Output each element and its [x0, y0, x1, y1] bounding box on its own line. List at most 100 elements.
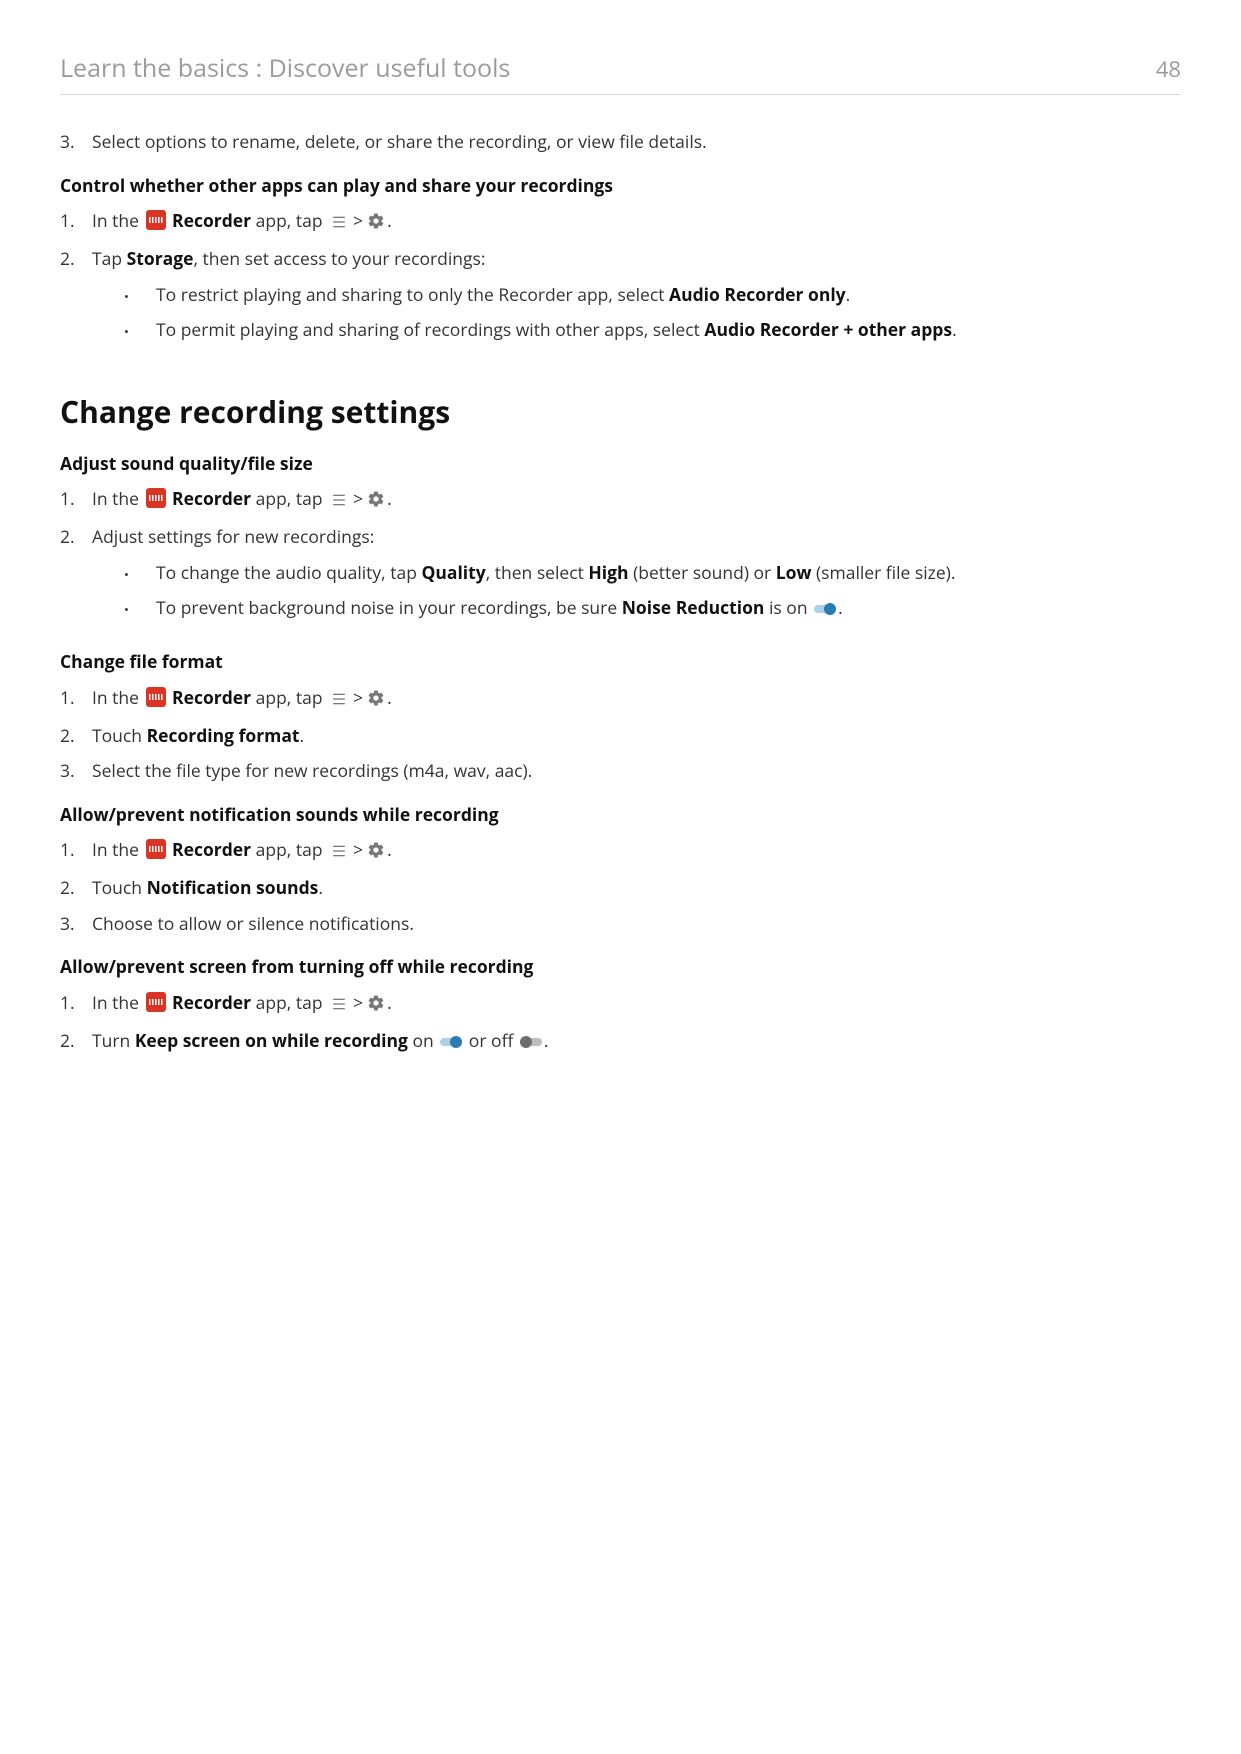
recorder-app-icon [146, 210, 166, 230]
step-text: Choose to allow or silence notifications… [92, 912, 1181, 937]
text: To change the audio quality, tap [156, 561, 421, 585]
text: Turn [92, 1029, 135, 1053]
text-bold: Recorder [168, 838, 252, 862]
bullets: •To restrict playing and sharing to only… [124, 283, 1181, 344]
menu-icon [331, 996, 347, 1012]
step-text: In the Recorder app, tap >. [92, 209, 1181, 237]
text-bold: Quality [421, 561, 485, 585]
step-marker: 2. [60, 876, 92, 901]
step-marker: 2. [60, 724, 92, 749]
text: In the [92, 209, 144, 233]
text: . [318, 876, 323, 900]
gear-icon [367, 689, 385, 714]
subhead-change-file-format: Change file format [60, 650, 1181, 675]
page-header: Learn the basics : Discover useful tools… [60, 50, 1181, 95]
step-marker: 2. [60, 525, 92, 550]
text: (better sound) or [629, 561, 776, 585]
text: , then select [486, 561, 589, 585]
step-marker: 2. [60, 1029, 92, 1054]
bullet-text: To permit playing and sharing of recordi… [156, 318, 1181, 343]
screen-steps: 1. In the Recorder app, tap >. 2. Turn K… [60, 991, 1181, 1055]
text: or off [464, 1029, 518, 1053]
bullet-dot: • [124, 562, 156, 587]
page-number: 48 [1156, 54, 1181, 86]
text: . [387, 991, 392, 1015]
text: > [353, 686, 363, 710]
text-bold: Recorder [168, 487, 252, 511]
recorder-app-icon [146, 992, 166, 1012]
text: app, tap [251, 686, 327, 710]
bullet-text: To prevent background noise in your reco… [156, 596, 1181, 621]
bullet-dot: • [124, 319, 156, 344]
text: To permit playing and sharing of recordi… [156, 318, 704, 342]
text: , then set access to your recordings: [193, 247, 485, 271]
menu-icon [331, 214, 347, 230]
text-bold: Low [776, 561, 812, 585]
text: Tap [92, 247, 127, 271]
text: . [387, 838, 392, 862]
text: app, tap [251, 209, 327, 233]
gear-icon [367, 212, 385, 237]
recorder-app-icon [146, 687, 166, 707]
text: > [353, 838, 363, 862]
text: . [300, 724, 305, 748]
step-text: Turn Keep screen on while recording on o… [92, 1029, 1181, 1054]
text: > [353, 209, 363, 233]
step-marker: 1. [60, 686, 92, 711]
breadcrumb: Learn the basics : Discover useful tools [60, 50, 510, 86]
gear-icon [367, 994, 385, 1019]
recorder-app-icon [146, 488, 166, 508]
control-steps: 1. In the Recorder app, tap >. 2. Tap St… [60, 209, 1181, 354]
text: > [353, 487, 363, 511]
subhead-control-sharing: Control whether other apps can play and … [60, 174, 1181, 199]
gear-icon [367, 490, 385, 515]
step-marker: 1. [60, 991, 92, 1016]
toggle-off-icon [520, 1036, 542, 1048]
text: . [387, 487, 392, 511]
menu-icon [331, 843, 347, 859]
subhead-screen-off: Allow/prevent screen from turning off wh… [60, 955, 1181, 980]
text: on [408, 1029, 438, 1053]
menu-icon [331, 691, 347, 707]
text-bold: Audio Recorder + other apps [704, 318, 952, 342]
toggle-on-icon [814, 603, 836, 615]
recorder-app-icon [146, 839, 166, 859]
text: In the [92, 838, 144, 862]
step-marker: 1. [60, 209, 92, 234]
intro-steps: 3. Select options to rename, delete, or … [60, 130, 1181, 155]
text-bold: Recorder [168, 209, 252, 233]
step-text: Select the file type for new recordings … [92, 759, 1181, 784]
heading-change-recording-settings: Change recording settings [60, 390, 1181, 434]
bullets: •To change the audio quality, tap Qualit… [124, 561, 1181, 622]
text: Touch [92, 876, 147, 900]
text: In the [92, 487, 144, 511]
text: To prevent background noise in your reco… [156, 596, 622, 620]
text: In the [92, 686, 144, 710]
text-bold: Noise Reduction [622, 596, 765, 620]
text: > [353, 991, 363, 1015]
text: . [952, 318, 957, 342]
text-bold: Recorder [168, 991, 252, 1015]
text: Touch [92, 724, 147, 748]
text: app, tap [251, 838, 327, 862]
step-text: In the Recorder app, tap >. [92, 487, 1181, 515]
step-marker: 1. [60, 838, 92, 863]
text-bold: Storage [127, 247, 194, 271]
text: In the [92, 991, 144, 1015]
step-text: Touch Recording format. [92, 724, 1181, 749]
text: . [838, 596, 843, 620]
text: is on [764, 596, 812, 620]
step-marker: 3. [60, 130, 92, 155]
bullet-dot: • [124, 284, 156, 309]
step-marker: 1. [60, 487, 92, 512]
step-text: In the Recorder app, tap >. [92, 686, 1181, 714]
step-text: Adjust settings for new recordings: •To … [92, 525, 1181, 632]
text-bold: Recorder [168, 686, 252, 710]
step-text: In the Recorder app, tap >. [92, 991, 1181, 1019]
bullet-text: To change the audio quality, tap Quality… [156, 561, 1181, 586]
text: Adjust settings for new recordings: [92, 525, 374, 549]
bullet-text: To restrict playing and sharing to only … [156, 283, 1181, 308]
text: app, tap [251, 991, 327, 1015]
text: . [387, 209, 392, 233]
text-bold: Notification sounds [147, 876, 319, 900]
